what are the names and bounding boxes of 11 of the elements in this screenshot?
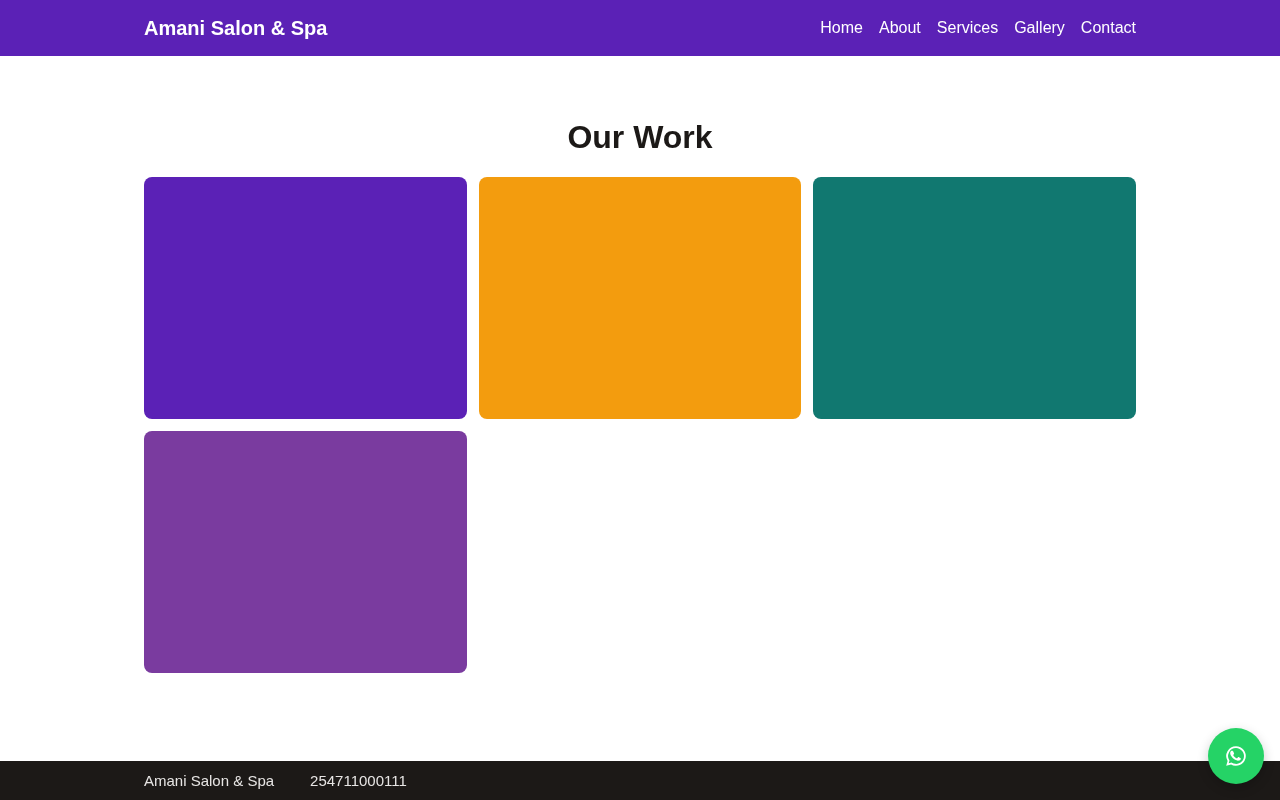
nav-link[interactable]: Services bbox=[936, 19, 999, 37]
nav-link[interactable]: About bbox=[879, 19, 921, 37]
footer-name: Amani Salon & Spa bbox=[144, 771, 275, 791]
section-title: Our Work bbox=[566, 118, 714, 156]
nav-link[interactable]: Gallery bbox=[1014, 19, 1065, 37]
chat-button[interactable] bbox=[1208, 728, 1264, 784]
footer-phone: 254711000111 bbox=[310, 771, 407, 791]
nav-link[interactable]: Contact bbox=[1080, 19, 1136, 37]
phone-bubble-icon bbox=[1224, 744, 1248, 768]
nav-link[interactable]: Home bbox=[820, 19, 863, 37]
site-logo[interactable]: Amani Salon & Spa bbox=[144, 16, 328, 40]
